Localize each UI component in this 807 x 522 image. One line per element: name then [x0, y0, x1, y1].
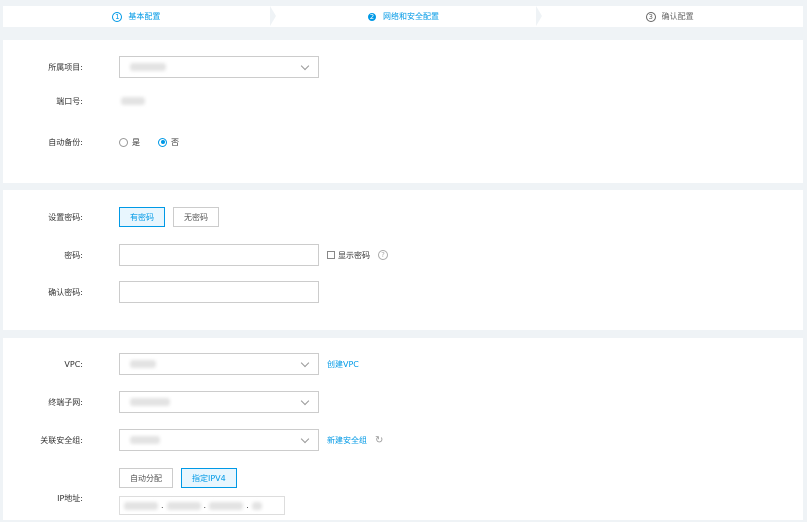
chevron-down-icon [300, 358, 310, 368]
subnet-label: 终端子网: [48, 397, 83, 407]
security-group-select[interactable] [119, 429, 319, 451]
step-number: 2 [367, 11, 377, 22]
help-icon[interactable]: ? [378, 250, 388, 260]
basic-panel: 所属项目: 端口号: 自动备份: 是 否 [3, 40, 803, 183]
backup-no-radio[interactable] [158, 137, 167, 147]
security-group-label: 关联安全组: [40, 435, 83, 445]
create-vpc-link[interactable]: 创建VPC [327, 359, 359, 370]
password-panel: 设置密码: 有密码 无密码 密码: 显示密码? 确认密码: [3, 190, 803, 330]
chevron-down-icon [300, 434, 310, 444]
step-number: 1 [112, 11, 123, 22]
step-indicator: 1 基本配置 2 网络和安全配置 3 确认配置 [3, 6, 804, 27]
show-password-checkbox[interactable] [327, 251, 335, 259]
chevron-down-icon [300, 61, 310, 71]
step-label: 确认配置 [661, 12, 694, 21]
with-password-button[interactable]: 有密码 [119, 207, 165, 227]
show-password-label: 显示密码 [338, 250, 370, 260]
ip-dot: . [161, 501, 164, 510]
network-panel: VPC: 创建VPC 终端子网: 关联安全组: 新建安全组 ↻ IP地址: 自动分… [3, 338, 803, 520]
vpc-label: VPC: [64, 359, 83, 369]
password-label: 密码: [64, 250, 83, 260]
step-network[interactable]: 2 网络和安全配置 [269, 6, 543, 27]
subnet-select[interactable] [119, 391, 319, 413]
no-password-button[interactable]: 无密码 [173, 207, 219, 227]
chevron-down-icon [300, 396, 310, 406]
backup-yes-radio[interactable] [119, 137, 128, 147]
port-label: 端口号: [56, 96, 83, 106]
project-value [130, 63, 166, 71]
confirm-password-input[interactable] [119, 281, 319, 303]
vpc-select[interactable] [119, 353, 319, 375]
step-confirm[interactable]: 3 确认配置 [536, 6, 804, 27]
project-select[interactable] [119, 56, 319, 78]
refresh-icon[interactable]: ↻ [375, 435, 383, 446]
ip-manual-button[interactable]: 指定IPV4 [181, 468, 237, 488]
backup-label: 自动备份: [48, 137, 83, 147]
ip-dot: . [246, 501, 249, 510]
security-group-value [130, 436, 160, 444]
backup-yes-label: 是 [132, 137, 140, 147]
ip-octet-3 [209, 501, 244, 510]
ip-octet-4 [251, 501, 262, 510]
password-input[interactable] [119, 244, 319, 266]
confirm-password-label: 确认密码: [48, 287, 83, 297]
step-label: 网络和安全配置 [383, 12, 439, 21]
ipv4-input[interactable]: . . . [119, 496, 285, 515]
step-label: 基本配置 [128, 12, 161, 21]
set-password-label: 设置密码: [48, 212, 83, 222]
project-label: 所属项目: [48, 62, 83, 72]
create-security-group-link[interactable]: 新建安全组 [327, 435, 367, 446]
ip-auto-button[interactable]: 自动分配 [119, 468, 173, 488]
subnet-value [130, 398, 170, 406]
ip-dot: . [203, 501, 207, 510]
step-basic[interactable]: 1 基本配置 [3, 6, 276, 27]
backup-no-label: 否 [171, 137, 179, 147]
port-value [121, 97, 145, 105]
vpc-value [130, 360, 156, 368]
step-number: 3 [645, 11, 656, 22]
ip-octet-2 [166, 501, 201, 510]
ip-octet-1 [124, 501, 158, 510]
